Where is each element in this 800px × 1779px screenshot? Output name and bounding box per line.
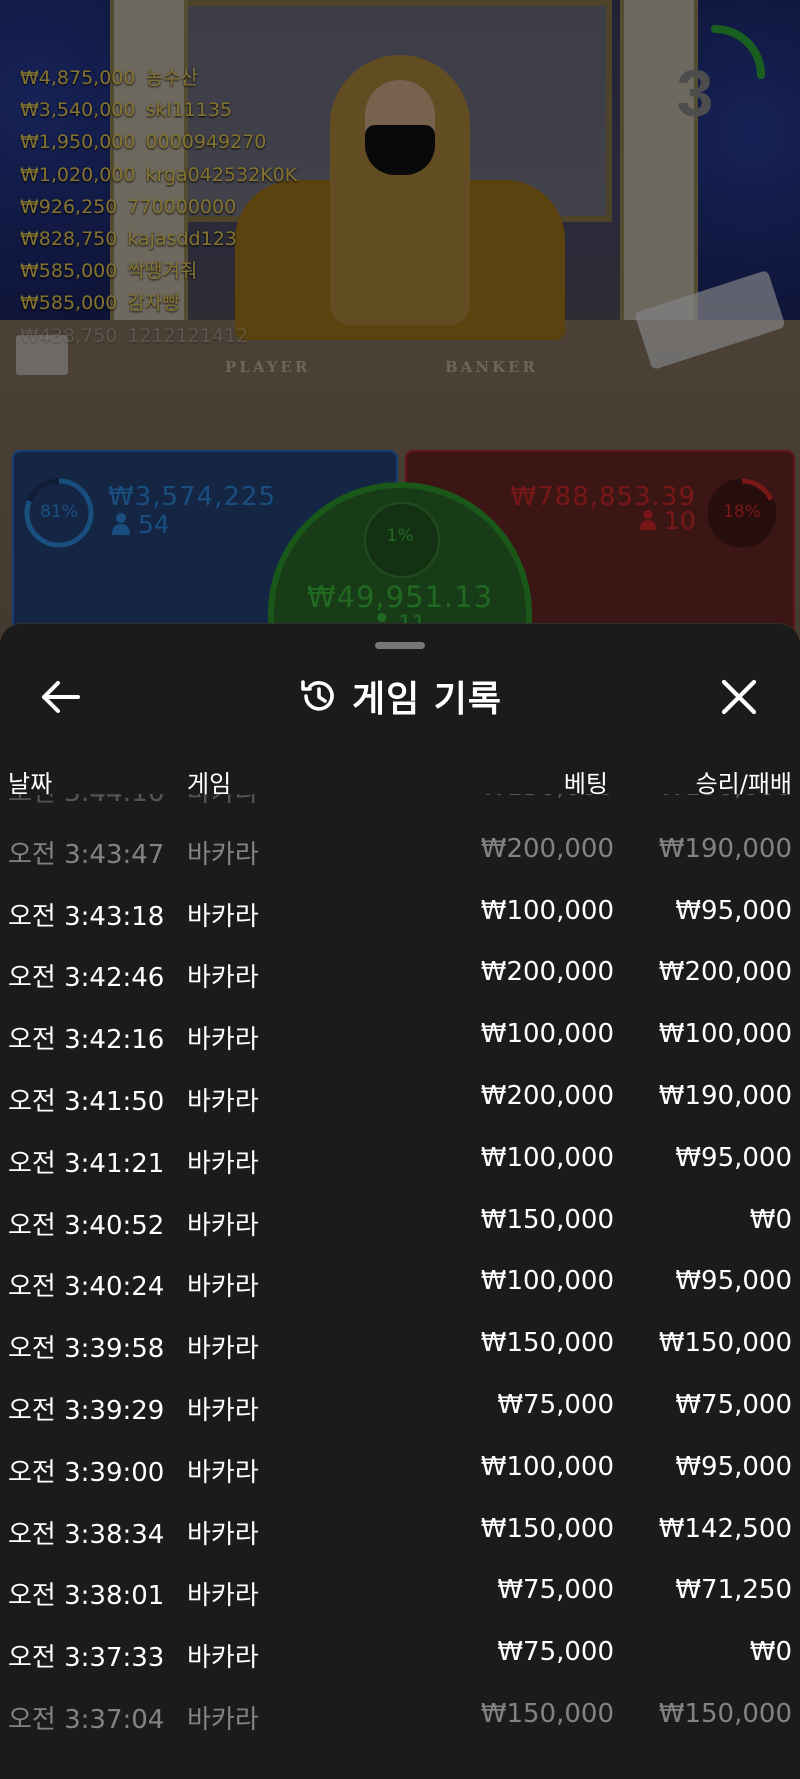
- modal-backdrop[interactable]: [0, 0, 800, 640]
- row-date: 오전 3:44:16: [8, 794, 164, 809]
- row-win-loss: ₩95,000: [675, 1266, 792, 1297]
- row-date: 오전 3:41:21: [8, 1148, 165, 1179]
- history-row[interactable]: 오전 3:40:24 바카라 ₩100,000 ₩95,000: [0, 1250, 800, 1312]
- row-date: 오전 3:42:16: [8, 1025, 165, 1056]
- row-date: 오전 3:38:01: [8, 1581, 165, 1612]
- row-game: 바카라: [187, 901, 259, 932]
- history-row[interactable]: 오전 3:42:46 바카라 ₩200,000 ₩200,000: [0, 941, 800, 1003]
- row-game: 바카라: [187, 1396, 259, 1426]
- row-date: 오전 3:41:50: [8, 1087, 165, 1117]
- row-bet: ₩150,000: [480, 1513, 614, 1544]
- row-bet: ₩150,000: [481, 794, 614, 802]
- row-game: 바카라: [187, 1643, 259, 1674]
- row-bet: ₩75,000: [497, 1575, 614, 1606]
- history-table[interactable]: 오전 3:44:16 바카라 ₩150,000 ₩150,000 오전 3:43:47 바…: [0, 794, 800, 1779]
- row-game: 바카라: [187, 794, 259, 809]
- row-win-loss: ₩150,000: [658, 1699, 792, 1729]
- row-win-loss: ₩150,000: [658, 1328, 792, 1359]
- game-history-sheet: 게임 기록 날짜 게임 베팅 승리/패배 오전 3:44:16바카라₩150,0…: [0, 623, 800, 1779]
- history-row[interactable]: 오전 3:41:21 바카라 ₩100,000 ₩95,000: [0, 1127, 800, 1189]
- history-row[interactable]: 오전 3:37:04 바카라 ₩150,000 ₩150,000: [0, 1683, 800, 1745]
- live-video: PLAYER BANKER ₩4,875,000 농수산 ₩3,540,000 skl…: [0, 0, 800, 640]
- sheet-title: 게임 기록: [351, 679, 502, 720]
- row-game: 바카라: [187, 1210, 259, 1241]
- row-bet: ₩75,000: [497, 1390, 614, 1420]
- row-game: 바카라: [187, 963, 259, 994]
- row-bet: ₩100,000: [480, 895, 614, 926]
- history-row[interactable]: 오전 3:39:29 바카라 ₩75,000 ₩75,000: [0, 1374, 800, 1436]
- row-bet: ₩75,000: [497, 1637, 614, 1668]
- row-bet: ₩100,000: [480, 1142, 614, 1173]
- row-game: 바카라: [187, 1087, 259, 1117]
- row-game: 바카라: [187, 1705, 259, 1735]
- row-bet: ₩200,000: [480, 1081, 614, 1111]
- row-date: 오전 3:40:52: [8, 1210, 165, 1241]
- row-date: 오전 3:38:34: [8, 1519, 165, 1550]
- row-date: 오전 3:39:00: [8, 1457, 165, 1488]
- history-row[interactable]: 오전 3:38:01 바카라 ₩75,000 ₩71,250: [0, 1559, 800, 1621]
- row-game: 바카라: [187, 1025, 259, 1056]
- row-bet: ₩150,000: [480, 1328, 614, 1359]
- row-bet: ₩150,000: [480, 1204, 614, 1235]
- row-game: 바카라: [187, 1581, 259, 1612]
- row-win-loss: ₩190,000: [658, 1081, 792, 1111]
- row-win-loss: ₩142,500: [658, 1513, 792, 1544]
- history-row[interactable]: 오전 3:43:47 바카라 ₩200,000 ₩190,000: [0, 818, 800, 880]
- row-date: 오전 3:39:58: [8, 1334, 165, 1365]
- history-row[interactable]: 오전 3:44:16 바카라 ₩150,000 ₩150,000: [0, 794, 800, 818]
- row-bet: ₩200,000: [480, 957, 614, 988]
- row-game: 바카라: [187, 1519, 259, 1550]
- row-win-loss: ₩95,000: [675, 895, 792, 926]
- history-row[interactable]: 오전 3:39:58 바카라 ₩150,000 ₩150,000: [0, 1312, 800, 1374]
- row-bet: ₩100,000: [480, 1266, 614, 1297]
- row-date: 오전 3:39:29: [8, 1396, 165, 1426]
- close-icon[interactable]: [716, 674, 762, 720]
- history-row[interactable]: 오전 3:43:18 바카라 ₩100,000 ₩95,000: [0, 880, 800, 942]
- sheet-drag-handle[interactable]: [375, 642, 425, 649]
- row-date: 오전 3:40:24: [8, 1272, 165, 1303]
- row-game: 바카라: [187, 1457, 259, 1488]
- row-win-loss: ₩0: [749, 1204, 792, 1235]
- row-bet: ₩150,000: [480, 1699, 614, 1729]
- row-bet: ₩200,000: [480, 833, 614, 864]
- row-win-loss: ₩100,000: [658, 1019, 792, 1050]
- history-clock-icon: [301, 680, 334, 711]
- history-row[interactable]: 오전 3:42:16 바카라 ₩100,000 ₩100,000: [0, 1003, 800, 1065]
- row-win-loss: ₩95,000: [675, 1451, 792, 1482]
- row-win-loss: ₩150,000: [659, 794, 792, 802]
- row-game: 바카라: [187, 1148, 259, 1179]
- row-date: 오전 3:42:46: [8, 963, 165, 994]
- row-win-loss: ₩200,000: [658, 957, 792, 988]
- history-row[interactable]: 오전 3:41:50 바카라 ₩200,000 ₩190,000: [0, 1065, 800, 1127]
- row-game: 바카라: [187, 1334, 259, 1365]
- row-bet: ₩100,000: [480, 1019, 614, 1050]
- row-date: 오전 3:43:47: [8, 839, 165, 870]
- sheet-header: 게임 기록: [0, 666, 800, 726]
- row-game: 바카라: [187, 839, 259, 870]
- row-date: 오전 3:43:18: [8, 901, 165, 932]
- history-row[interactable]: 오전 3:37:33 바카라 ₩75,000 ₩0: [0, 1621, 800, 1683]
- row-date: 오전 3:37:33: [8, 1643, 165, 1674]
- row-date: 오전 3:37:04: [8, 1705, 165, 1735]
- history-row[interactable]: 오전 3:39:00 바카라 ₩100,000 ₩95,000: [0, 1436, 800, 1498]
- history-row[interactable]: 오전 3:40:52 바카라 ₩150,000 ₩0: [0, 1189, 800, 1251]
- row-win-loss: ₩75,000: [675, 1390, 792, 1420]
- row-win-loss: ₩190,000: [658, 833, 792, 864]
- row-win-loss: ₩95,000: [675, 1142, 792, 1173]
- row-bet: ₩100,000: [480, 1451, 614, 1482]
- row-game: 바카라: [187, 1272, 259, 1303]
- row-win-loss: ₩0: [749, 1637, 792, 1668]
- history-row[interactable]: 오전 3:38:34 바카라 ₩150,000 ₩142,500: [0, 1498, 800, 1560]
- row-win-loss: ₩71,250: [675, 1575, 792, 1606]
